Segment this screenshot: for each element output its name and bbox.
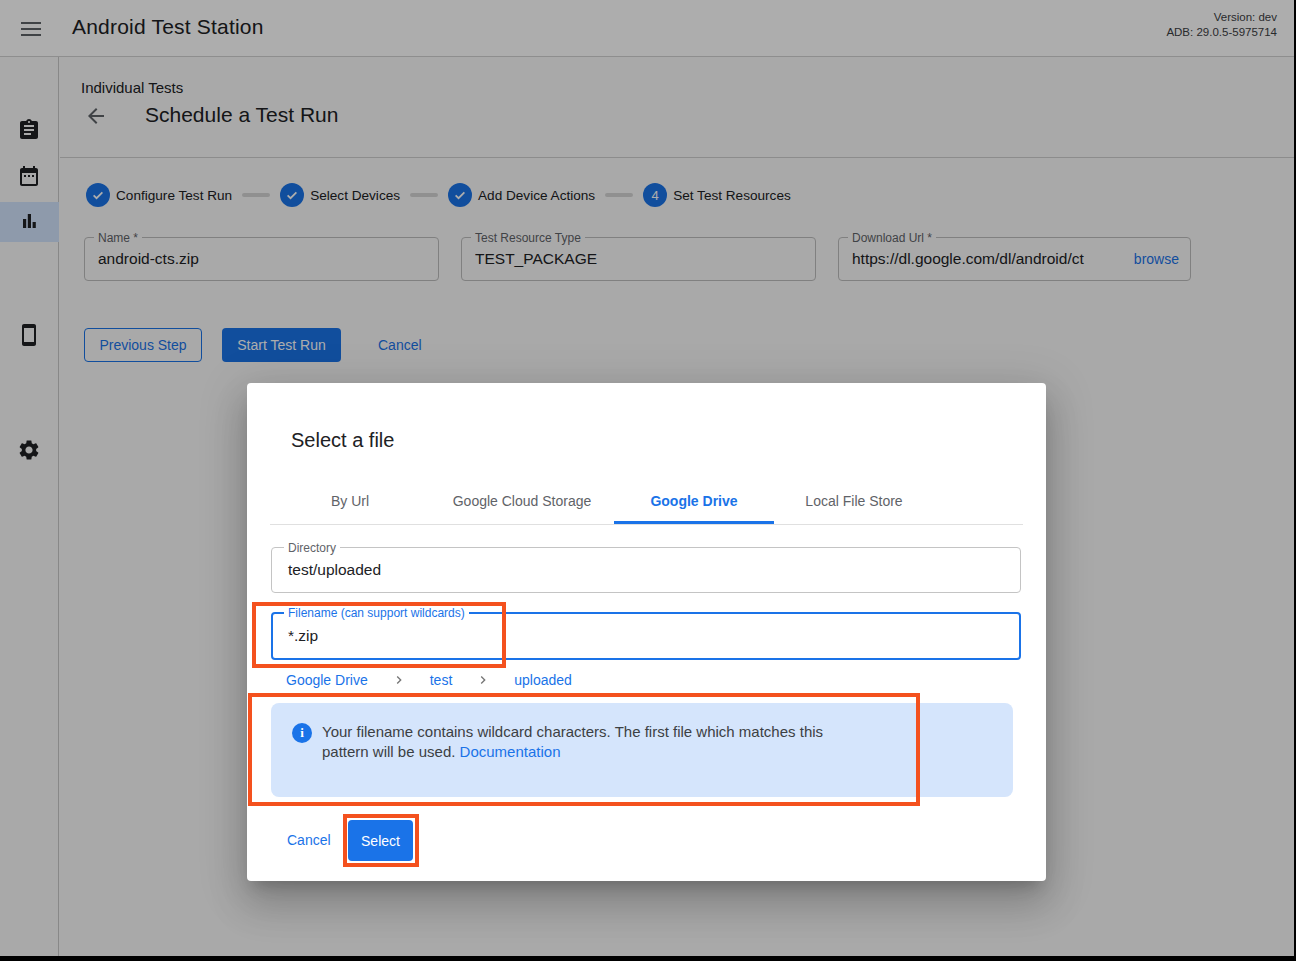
directory-field[interactable]: Directory test/uploaded: [271, 547, 1021, 593]
breadcrumb-google-drive[interactable]: Google Drive: [286, 672, 368, 688]
chevron-right-icon: [391, 672, 407, 688]
tab-local-file-store[interactable]: Local File Store: [774, 477, 934, 525]
tab-google-cloud-storage[interactable]: Google Cloud Storage: [430, 477, 614, 525]
annotation-filename-field: [252, 602, 506, 668]
drive-breadcrumb: Google Drive test uploaded: [286, 671, 572, 689]
dialog-tabs: By Url Google Cloud Storage Google Drive…: [270, 477, 1023, 525]
tab-by-url[interactable]: By Url: [270, 477, 430, 525]
annotation-alert: [248, 693, 920, 806]
directory-field-value[interactable]: test/uploaded: [288, 561, 381, 579]
active-tab-indicator: [614, 521, 774, 524]
breadcrumb-test[interactable]: test: [430, 672, 453, 688]
directory-field-label: Directory: [284, 541, 340, 555]
dialog-title: Select a file: [291, 429, 394, 452]
breadcrumb-uploaded[interactable]: uploaded: [514, 672, 572, 688]
chevron-right-icon: [475, 672, 491, 688]
dialog-cancel-button[interactable]: Cancel: [287, 832, 331, 848]
annotation-select-button: [343, 814, 419, 867]
screen-edge-bottom: [0, 956, 1296, 961]
tab-google-drive[interactable]: Google Drive: [614, 477, 774, 525]
